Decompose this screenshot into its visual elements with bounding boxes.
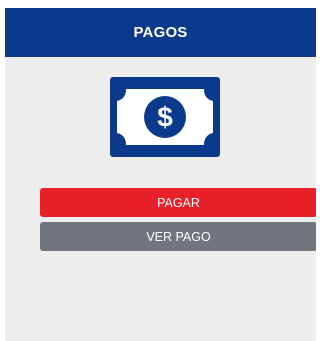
- page-title: PAGOS: [133, 24, 188, 41]
- money-bill-dollar-icon: $: [110, 77, 220, 157]
- pay-button[interactable]: PAGAR: [40, 188, 316, 217]
- view-payment-button[interactable]: VER PAGO: [40, 222, 316, 251]
- app-screen: PAGOS $ PAGAR VER PAGO: [5, 8, 316, 341]
- svg-text:$: $: [157, 102, 173, 133]
- header-bar: PAGOS: [5, 8, 316, 57]
